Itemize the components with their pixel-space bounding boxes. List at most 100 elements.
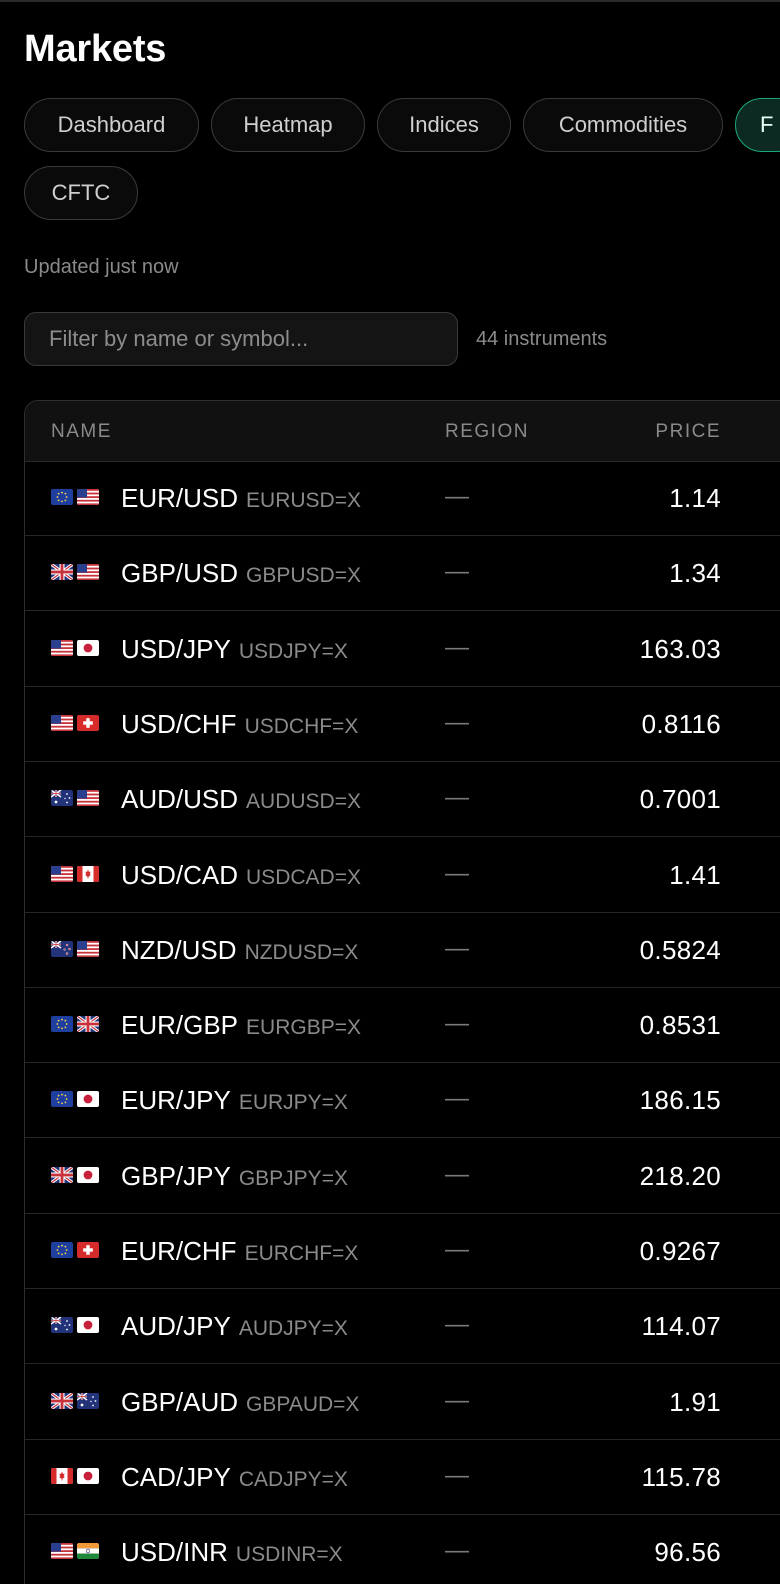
pair-name: GBP/AUD <box>121 1386 239 1417</box>
pair-cell: EUR/CHF EURCHF=X <box>121 1236 358 1267</box>
jp-flag-icon <box>77 1317 99 1334</box>
pair-cell: USD/JPY USDJPY=X <box>121 634 348 665</box>
pair-name: EUR/JPY <box>121 1085 231 1116</box>
region-cell: — <box>445 934 469 962</box>
table-row[interactable]: USD/JPY USDJPY=X — 163.03 <box>25 612 780 687</box>
pair-symbol: AUDUSD=X <box>246 790 361 814</box>
gb-flag-icon <box>51 1166 73 1183</box>
region-cell: — <box>445 784 469 812</box>
tab-cftc[interactable]: CFTC <box>24 166 138 220</box>
gb-flag-icon <box>51 1392 73 1409</box>
price-cell: 0.8116 <box>641 708 721 739</box>
gb-flag-icon <box>51 564 73 581</box>
table-row[interactable]: USD/CAD USDCAD=X — 1.41 <box>25 838 780 913</box>
pair-symbol: AUDJPY=X <box>238 1317 348 1341</box>
us-flag-icon <box>77 564 99 581</box>
region-cell: — <box>445 1236 469 1263</box>
pair-flags <box>51 714 99 731</box>
jp-flag-icon <box>77 1091 99 1108</box>
pair-name: USD/INR <box>121 1537 228 1568</box>
region-cell: — <box>445 1386 469 1414</box>
us-flag-icon <box>51 865 73 882</box>
price-cell: 1.14 <box>669 483 721 513</box>
eu-flag-icon <box>51 489 73 505</box>
ch-flag-icon <box>77 1242 99 1258</box>
eu-flag-icon <box>51 1016 73 1033</box>
price-cell: 1.41 <box>669 859 721 890</box>
in-flag-icon <box>77 1543 99 1560</box>
pair-cell: USD/INR USDINR=X <box>121 1537 343 1568</box>
pair-flags <box>51 865 99 882</box>
pair-cell: GBP/USD GBPUSD=X <box>121 558 361 589</box>
pair-symbol: EURGBP=X <box>246 1016 361 1040</box>
pair-name: EUR/USD <box>121 483 239 513</box>
pair-symbol: GBPJPY=X <box>238 1166 348 1190</box>
header-name[interactable]: NAME <box>51 421 112 443</box>
table-row[interactable]: GBP/USD GBPUSD=X — 1.34 <box>25 536 780 612</box>
pair-name: USD/CAD <box>121 859 239 890</box>
price-cell: 1.91 <box>669 1386 721 1417</box>
pair-name: EUR/CHF <box>121 1236 237 1266</box>
tab-commodities[interactable]: Commodities <box>523 98 723 152</box>
table-row[interactable]: AUD/USD AUDUSD=X — 0.7001 <box>25 762 780 838</box>
eu-flag-icon <box>51 1091 73 1108</box>
pair-flags <box>51 639 99 656</box>
tab-forex-active[interactable]: F <box>735 98 780 152</box>
price-cell: 114.07 <box>641 1311 721 1342</box>
region-cell: — <box>445 558 469 586</box>
header-price[interactable]: PRICE <box>655 421 721 443</box>
price-cell: 163.03 <box>639 633 721 664</box>
header-region[interactable]: REGION <box>445 421 529 443</box>
table-row[interactable]: AUD/JPY AUDJPY=X — 114.07 <box>25 1289 780 1365</box>
table-row[interactable]: CAD/JPY CADJPY=X — 115.78 <box>25 1440 780 1515</box>
updated-status: Updated just now <box>24 256 179 278</box>
price-cell: 0.9267 <box>639 1236 721 1266</box>
pair-cell: AUD/JPY AUDJPY=X <box>121 1311 348 1342</box>
pair-name: GBP/USD <box>121 558 239 589</box>
table-row[interactable]: GBP/AUD GBPAUD=X — 1.91 <box>25 1365 780 1440</box>
pair-cell: EUR/JPY EURJPY=X <box>121 1085 348 1116</box>
pair-symbol: NZDUSD=X <box>244 940 359 964</box>
table-row[interactable]: NZD/USD NZDUSD=X — 0.5824 <box>25 913 780 988</box>
tab-heatmap[interactable]: Heatmap <box>211 98 365 152</box>
pair-name: AUD/USD <box>121 784 239 815</box>
pair-name: CAD/JPY <box>121 1461 231 1492</box>
pair-symbol: USDCAD=X <box>246 865 361 889</box>
region-cell: — <box>445 483 469 510</box>
pair-flags <box>51 790 99 807</box>
pair-symbol: CADJPY=X <box>238 1467 348 1491</box>
price-cell: 0.5824 <box>639 934 721 965</box>
table-header: NAME REGION PRICE <box>25 401 780 462</box>
region-cell: — <box>445 1537 469 1565</box>
region-cell: — <box>445 1085 469 1113</box>
jp-flag-icon <box>77 1166 99 1183</box>
table-row[interactable]: EUR/GBP EURGBP=X — 0.8531 <box>25 988 780 1064</box>
filter-input[interactable] <box>24 312 458 366</box>
tab-dashboard[interactable]: Dashboard <box>24 98 199 152</box>
region-cell: — <box>445 1311 469 1339</box>
pair-cell: EUR/USD EURUSD=X <box>121 483 361 514</box>
table-row[interactable]: USD/INR USDINR=X — 96.56 <box>25 1515 780 1584</box>
pair-symbol: EURUSD=X <box>246 489 361 512</box>
table-row[interactable]: EUR/JPY EURJPY=X — 186.15 <box>25 1063 780 1139</box>
pair-symbol: USDJPY=X <box>238 639 348 663</box>
jp-flag-icon <box>77 639 99 656</box>
ca-flag-icon <box>51 1467 73 1484</box>
pair-cell: NZD/USD NZDUSD=X <box>121 935 358 966</box>
au-flag-icon <box>77 1392 99 1409</box>
eu-flag-icon <box>51 1242 73 1258</box>
table-row[interactable]: USD/CHF USDCHF=X — 0.8116 <box>25 687 780 762</box>
table-row[interactable]: EUR/USD EURUSD=X — 1.14 <box>25 461 780 536</box>
pair-flags <box>51 940 99 957</box>
pair-flags <box>51 1543 99 1560</box>
pair-symbol: GBPUSD=X <box>246 564 361 588</box>
table-row[interactable]: GBP/JPY GBPJPY=X — 218.20 <box>25 1139 780 1214</box>
pair-name: USD/CHF <box>121 708 237 739</box>
tab-indices[interactable]: Indices <box>377 98 511 152</box>
pair-name: GBP/JPY <box>121 1160 231 1191</box>
pair-cell: GBP/JPY GBPJPY=X <box>121 1161 348 1192</box>
region-cell: — <box>445 633 469 661</box>
region-cell: — <box>445 1010 469 1038</box>
instrument-count: 44 instruments <box>476 328 608 350</box>
table-row[interactable]: EUR/CHF EURCHF=X — 0.9267 <box>25 1214 780 1289</box>
